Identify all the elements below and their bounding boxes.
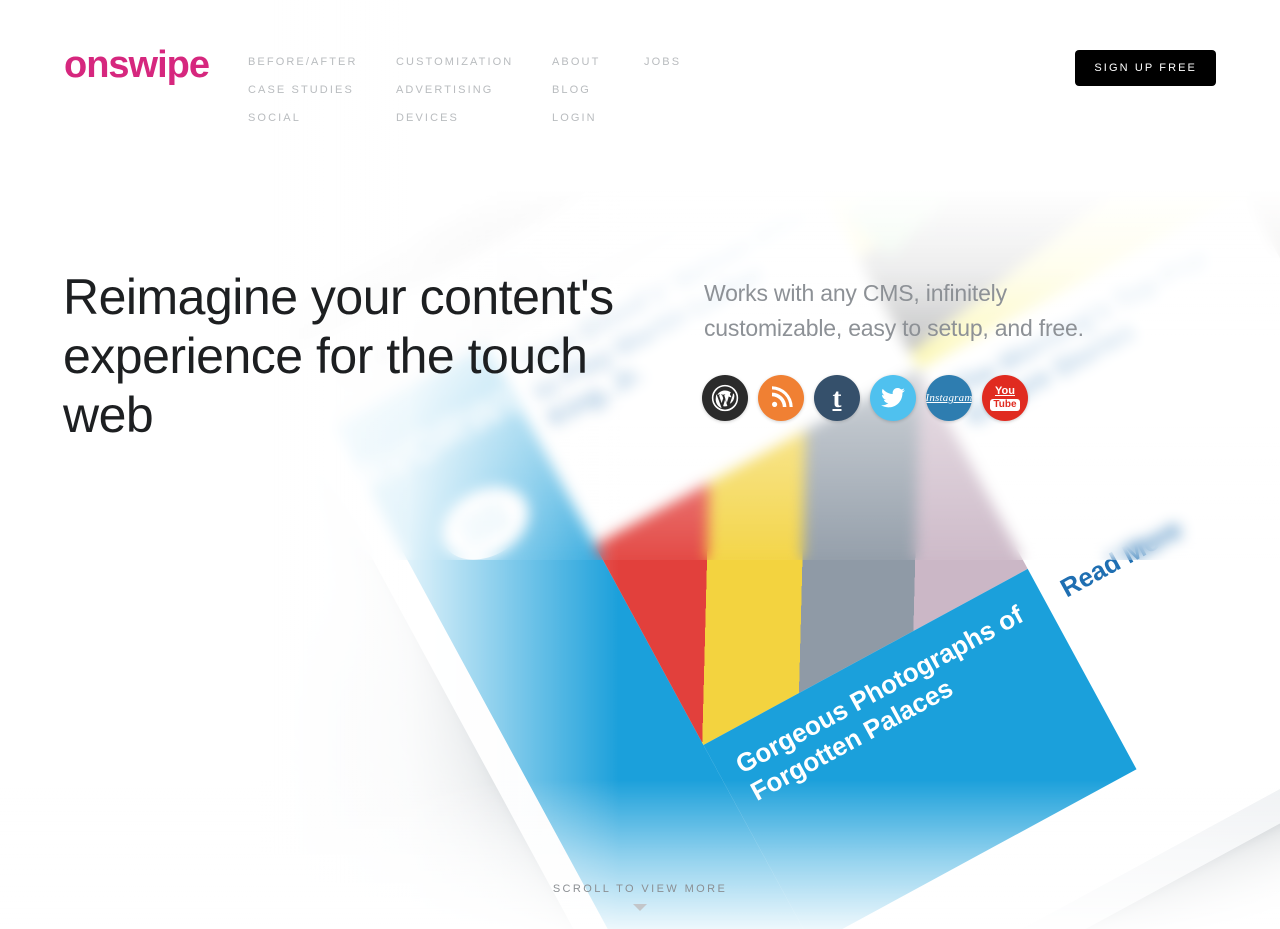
hero-subheadline: Works with any CMS, infinitely customiza… bbox=[704, 280, 1084, 341]
wordpress-icon[interactable] bbox=[702, 375, 748, 421]
nav-item-before-after[interactable]: BEFORE/AFTER bbox=[248, 57, 396, 68]
nav-item-social[interactable]: SOCIAL bbox=[248, 113, 396, 124]
youtube-tube-text: Tube bbox=[990, 398, 1020, 411]
instagram-wordmark: Instagram bbox=[926, 392, 972, 404]
sign-up-free-button[interactable]: SIGN UP FREE bbox=[1075, 50, 1216, 86]
youtube-you-text: You bbox=[995, 384, 1015, 397]
rss-icon[interactable] bbox=[758, 375, 804, 421]
youtube-icon[interactable]: You Tube bbox=[982, 375, 1028, 421]
nav-item-jobs[interactable]: JOBS bbox=[644, 57, 681, 68]
main-navigation: BEFORE/AFTER CUSTOMIZATION ABOUT JOBS CA… bbox=[248, 57, 681, 124]
instagram-icon[interactable]: Instagram bbox=[926, 375, 972, 421]
site-header: onswipe BEFORE/AFTER CUSTOMIZATION ABOUT… bbox=[0, 0, 1280, 160]
nav-item-about[interactable]: ABOUT bbox=[552, 57, 644, 68]
tumblr-glyph: t bbox=[832, 382, 842, 413]
nav-item-blog[interactable]: BLOG bbox=[552, 85, 644, 96]
nav-item-devices[interactable]: DEVICES bbox=[396, 113, 552, 124]
twitter-icon[interactable] bbox=[870, 375, 916, 421]
nav-item-customization[interactable]: CUSTOMIZATION bbox=[396, 57, 552, 68]
hero-headline: Reimagine your content's experience for … bbox=[63, 269, 614, 443]
social-icon-row: t Instagram You Tube bbox=[702, 375, 1028, 421]
logo[interactable]: onswipe bbox=[64, 46, 210, 84]
chevron-down-icon bbox=[633, 904, 647, 911]
nav-item-case-studies[interactable]: CASE STUDIES bbox=[248, 85, 396, 96]
scroll-cue-label: SCROLL TO VIEW MORE bbox=[552, 883, 728, 895]
scroll-to-view-more[interactable]: SCROLL TO VIEW MORE bbox=[0, 883, 1280, 911]
tumblr-icon[interactable]: t bbox=[814, 375, 860, 421]
nav-item-advertising[interactable]: ADVERTISING bbox=[396, 85, 552, 96]
nav-item-login[interactable]: LOGIN bbox=[552, 113, 644, 124]
